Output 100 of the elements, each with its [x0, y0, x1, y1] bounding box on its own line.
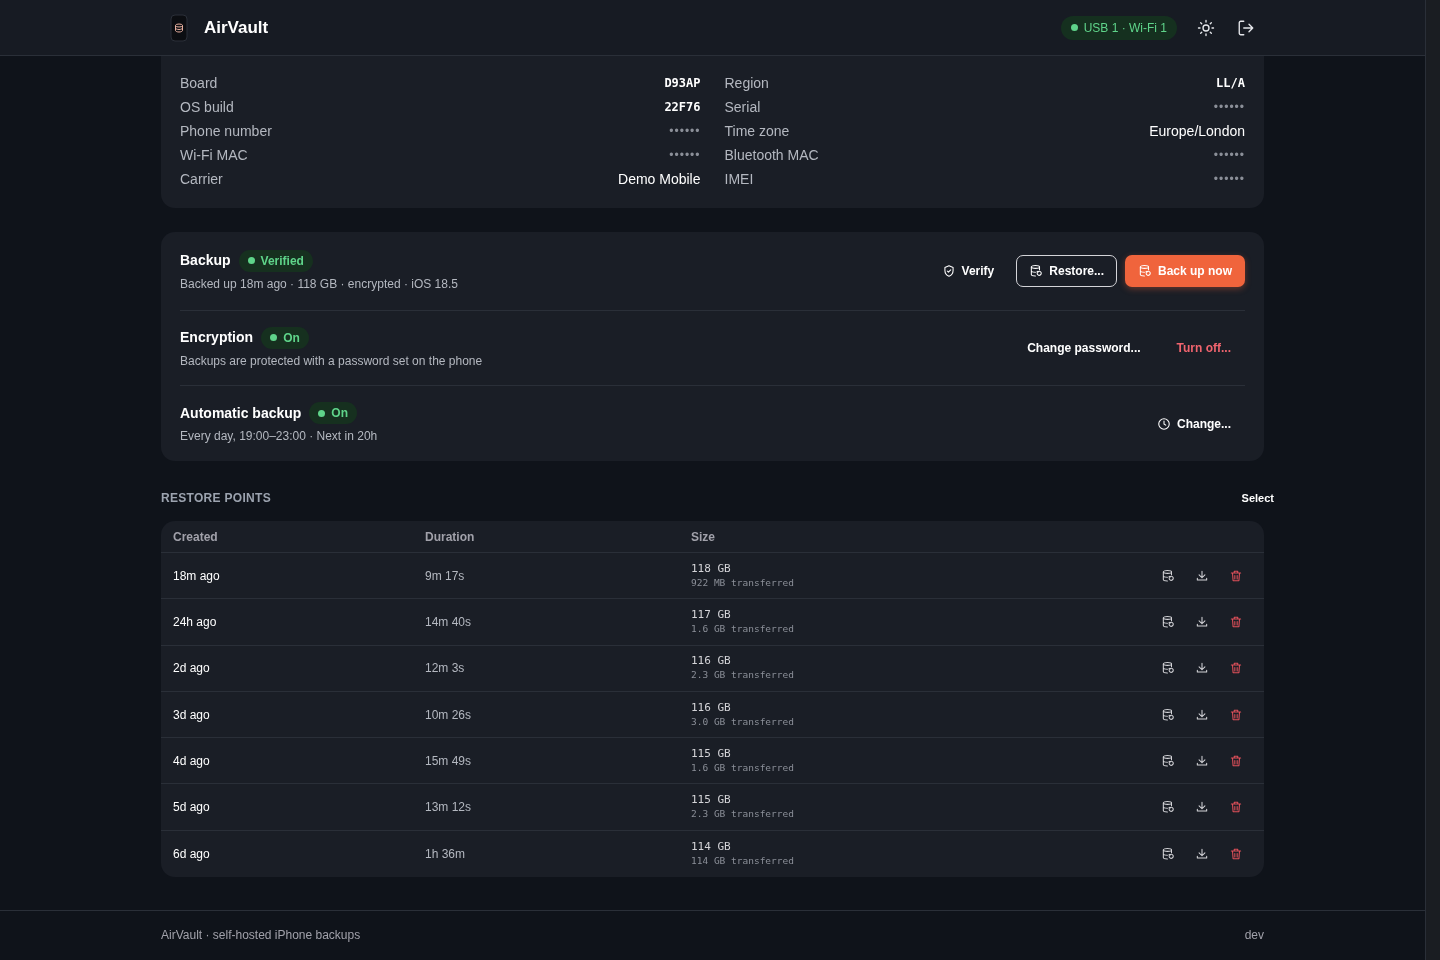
section-details: Every day, 19:00–23:00 · Next in 20h	[180, 428, 378, 445]
download-icon[interactable]	[1195, 568, 1209, 583]
download-icon[interactable]	[1195, 614, 1209, 629]
table-cell-text: 10m 26s	[425, 706, 473, 724]
table-cell: 3.0 GB transferred	[691, 714, 794, 729]
info-label: Carrier	[180, 169, 223, 189]
table-cell: 114 GB	[691, 839, 731, 854]
table-cell-text: 6d ago	[173, 845, 211, 863]
table-cell-text: 5d ago	[173, 799, 211, 817]
table-cell: 118 GB	[691, 561, 731, 576]
delete-icon[interactable]	[1229, 614, 1243, 629]
info-label: Time zone	[724, 121, 790, 141]
action-button[interactable]: Change...	[1143, 408, 1245, 439]
restore-icon[interactable]	[1161, 707, 1175, 722]
section-details: Backups are protected with a password set on the phone	[180, 352, 483, 370]
info-value: ••••••	[669, 147, 701, 164]
shield-icon	[941, 264, 956, 278]
section-title: Automatic backup	[180, 403, 302, 423]
table-cell-text: 9m 17s	[425, 567, 466, 585]
table-cell: 115 GB	[691, 746, 731, 761]
table-cell: 114 GB transferred	[691, 853, 794, 868]
table-cell-text: 24h ago	[173, 613, 218, 631]
info-value: ••••••	[1213, 147, 1245, 164]
section-title: Encryption	[180, 328, 254, 347]
table-cell: 2.3 GB transferred	[691, 668, 794, 683]
download-icon[interactable]	[1195, 753, 1209, 768]
info-value: Europe/London	[1149, 121, 1245, 141]
table-cell: 116 GB	[691, 654, 731, 669]
section-title: Backup	[180, 251, 231, 270]
app-name: AirVault	[204, 16, 269, 39]
version-label: dev	[1244, 927, 1264, 944]
download-icon[interactable]	[1195, 800, 1209, 815]
info-label: Phone number	[180, 121, 272, 141]
status-badge: On	[261, 326, 309, 349]
delete-icon[interactable]	[1229, 753, 1243, 768]
info-value: ••••••	[669, 123, 701, 140]
table-cell: 117 GB	[691, 607, 731, 622]
logout-icon[interactable]	[1237, 18, 1255, 37]
restore-icon[interactable]	[1161, 846, 1175, 861]
footer-text: AirVault · self-hosted iPhone backups	[161, 927, 361, 944]
table-cell-text: 4d ago	[173, 752, 211, 770]
delete-icon[interactable]	[1229, 568, 1243, 583]
table-cell: 115 GB	[691, 793, 731, 808]
info-label: OS build	[180, 97, 234, 117]
info-value: Demo Mobile	[618, 169, 701, 189]
table-cell-text: 1h 36m	[425, 845, 467, 863]
logo-icon	[170, 13, 188, 42]
download-icon[interactable]	[1195, 661, 1209, 676]
download-icon[interactable]	[1195, 846, 1209, 861]
action-button[interactable]: Restore...	[1016, 255, 1117, 287]
restore-icon[interactable]	[1161, 800, 1175, 815]
clock-icon	[1157, 416, 1171, 431]
table-cell-text: 15m 49s	[425, 752, 473, 770]
section-details: Backed up 18m ago · 118 GB · encrypted · iOS 18.5	[180, 275, 458, 293]
table-cell: 922 MB transferred	[691, 575, 794, 590]
download-icon[interactable]	[1195, 707, 1209, 722]
info-value: 22F76	[664, 99, 701, 116]
info-value: ••••••	[1213, 171, 1245, 188]
table-cell: 116 GB	[691, 700, 731, 715]
action-button[interactable]: Verify	[927, 256, 1009, 286]
info-value: LL/A	[1216, 75, 1245, 92]
table-cell-text: 2d ago	[173, 660, 211, 678]
table-cell-text: 14m 40s	[425, 613, 473, 631]
table-cell: 1.6 GB transferred	[691, 760, 794, 775]
column-header: Size	[691, 528, 716, 546]
section-heading: RESTORE POINTS	[161, 490, 271, 507]
info-value: D93AP	[664, 75, 701, 92]
column-header: Created	[173, 528, 219, 546]
restore-icon[interactable]	[1161, 753, 1175, 768]
restore-icon[interactable]	[1161, 568, 1175, 583]
info-label: Region	[724, 73, 769, 93]
info-value: ••••••	[1213, 99, 1245, 116]
delete-icon[interactable]	[1229, 846, 1243, 861]
action-button[interactable]: Change password...	[1013, 333, 1155, 363]
select-button[interactable]: Select	[1241, 489, 1274, 507]
action-button[interactable]: Turn off...	[1162, 333, 1245, 363]
restore-icon[interactable]	[1161, 661, 1175, 676]
restore-icon[interactable]	[1161, 614, 1175, 629]
info-label: Wi-Fi MAC	[180, 145, 248, 165]
table-cell-text: 13m 12s	[425, 799, 473, 817]
table-cell-text: 3d ago	[173, 706, 211, 724]
status-badge: On	[309, 402, 358, 424]
info-label: Bluetooth MAC	[724, 145, 819, 165]
table-cell-text: 18m ago	[173, 567, 221, 585]
info-label: Serial	[724, 97, 761, 117]
scrollbar-track[interactable]	[1425, 0, 1440, 960]
sun-icon[interactable]	[1197, 18, 1215, 37]
column-header: Duration	[425, 528, 476, 546]
table-cell: 2.3 GB transferred	[691, 807, 794, 822]
table-cell-text: 12m 3s	[425, 660, 466, 678]
delete-icon[interactable]	[1229, 707, 1243, 722]
database-icon	[1029, 264, 1044, 278]
delete-icon[interactable]	[1229, 661, 1243, 676]
info-label: IMEI	[724, 169, 754, 189]
delete-icon[interactable]	[1229, 800, 1243, 815]
connection-badge: USB 1 · Wi-Fi 1	[1060, 15, 1177, 40]
status-badge: Verified	[238, 249, 313, 272]
info-label: Board	[180, 73, 218, 93]
table-cell: 1.6 GB transferred	[691, 621, 794, 636]
database-icon	[1138, 264, 1152, 278]
